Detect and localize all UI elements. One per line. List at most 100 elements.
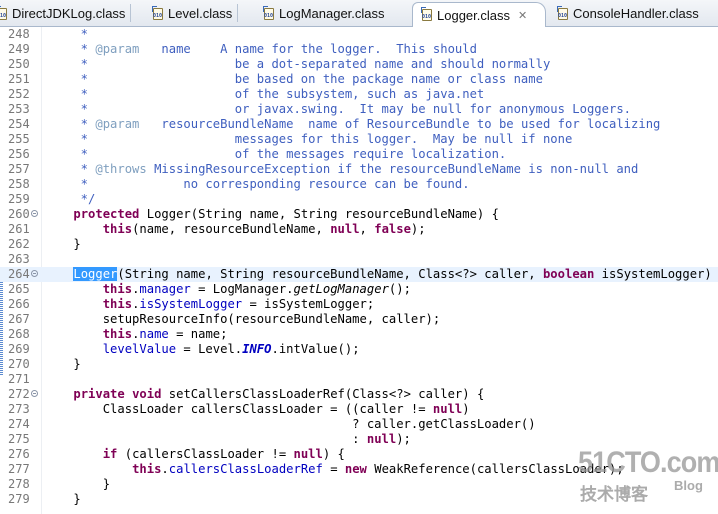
code-line[interactable]: 278 } <box>0 477 718 492</box>
code-line[interactable]: 261 this(name, resourceBundleName, null,… <box>0 222 718 237</box>
code-token: * be based on the package name or class … <box>44 72 543 86</box>
line-number: 260 <box>8 207 30 221</box>
code-token: isSystemLogger <box>139 297 243 311</box>
code-text: : null); <box>44 432 411 447</box>
code-token: this <box>102 327 133 341</box>
code-editor[interactable]: 248 * 249 * @param name A name for the lo… <box>0 27 718 514</box>
code-token: false <box>374 222 411 236</box>
code-text: protected Logger(String name, String res… <box>44 207 499 222</box>
code-line[interactable]: 258 * no corresponding resource can be f… <box>0 177 718 192</box>
code-line[interactable]: 266 this.isSystemLogger = isSystemLogger… <box>0 297 718 312</box>
code-text: * of the subsystem, such as java.net <box>44 87 485 102</box>
code-line[interactable]: 249 * @param name A name for the logger.… <box>0 42 718 57</box>
code-line[interactable]: 267 setupResourceInfo(resourceBundleName… <box>0 312 718 327</box>
code-token: new <box>344 462 367 476</box>
code-line[interactable]: 277 this.callersClassLoaderRef = new Wea… <box>0 462 718 477</box>
code-text: this.name = name; <box>44 327 228 342</box>
code-token: this <box>102 282 133 296</box>
code-token: * of the subsystem, such as java.net <box>44 87 485 101</box>
code-line[interactable]: 265 this.manager = LogManager.getLogMana… <box>0 282 718 297</box>
code-token: .intValue(); <box>271 342 360 356</box>
code-token: } <box>44 357 81 371</box>
line-number: 274 <box>8 417 30 431</box>
code-line[interactable]: 260 protected Logger(String name, String… <box>0 207 718 222</box>
editor-tab-bar: 010 DirectJDKLog.class 010 Level.class 0… <box>0 0 718 27</box>
code-line[interactable]: 252 * of the subsystem, such as java.net <box>0 87 718 102</box>
code-token: (callersClassLoader != <box>117 447 294 461</box>
code-line[interactable]: 259 */ <box>0 192 718 207</box>
code-line[interactable]: 257 * @throws MissingResourceException i… <box>0 162 718 177</box>
fold-collapse-icon[interactable] <box>31 390 38 397</box>
code-line[interactable]: 273 ClassLoader callersClassLoader = ((c… <box>0 402 718 417</box>
code-line[interactable]: 272 private void setCallersClassLoaderRe… <box>0 387 718 402</box>
code-token: this <box>102 297 133 311</box>
line-number: 279 <box>8 492 30 506</box>
code-token: . <box>161 462 169 476</box>
code-token: = LogManager. <box>190 282 294 296</box>
line-number: 255 <box>8 132 30 146</box>
line-number: 271 <box>8 372 30 386</box>
code-token: (name, resourceBundleName, <box>132 222 331 236</box>
code-line[interactable]: 256 * of the messages require localizati… <box>0 147 718 162</box>
code-line[interactable]: 279 } <box>0 492 718 507</box>
tab-logger[interactable]: 010 Logger.class ✕ <box>412 2 547 27</box>
class-file-icon: 010 <box>0 5 8 20</box>
code-token: Logger(String name, String resourceBundl… <box>139 207 499 221</box>
code-token: isSystemLogger) { <box>594 267 718 281</box>
code-line[interactable]: 269 levelValue = Level.INFO.intValue(); <box>0 342 718 357</box>
line-number: 261 <box>8 222 30 236</box>
code-line[interactable]: 274 ? caller.getClassLoader() <box>0 417 718 432</box>
code-line[interactable]: 254 * @param resourceBundleName name of … <box>0 117 718 132</box>
code-token: @throws <box>95 162 147 176</box>
code-text: * @throws MissingResourceException if th… <box>44 162 639 177</box>
code-line-current[interactable]: 264 Logger(String name, String resourceB… <box>0 267 718 282</box>
code-line[interactable]: 275 : null); <box>0 432 718 447</box>
code-line[interactable]: 248 * <box>0 27 718 42</box>
code-token: * be a dot-separated name and should nor… <box>44 57 551 71</box>
fold-collapse-icon[interactable] <box>31 210 38 217</box>
code-token: ? caller.getClassLoader() <box>44 417 536 431</box>
code-line[interactable]: 251 * be based on the package name or cl… <box>0 72 718 87</box>
code-token: = Level. <box>176 342 243 356</box>
tab-level[interactable]: 010 Level.class <box>152 2 239 25</box>
tab-logmanager[interactable]: 010 LogManager.class <box>263 2 385 25</box>
code-line[interactable]: 276 if (callersClassLoader != null) { <box>0 447 718 462</box>
close-icon[interactable]: ✕ <box>518 9 527 22</box>
line-number: 268 <box>8 327 30 341</box>
code-token: * <box>44 162 96 176</box>
fold-collapse-icon[interactable] <box>31 270 38 277</box>
line-number: 256 <box>8 147 30 161</box>
code-text: this.callersClassLoaderRef = new WeakRef… <box>44 462 624 477</box>
code-line[interactable]: 270 } <box>0 357 718 372</box>
code-line[interactable]: 250 * be a dot-separated name and should… <box>0 57 718 72</box>
code-line[interactable]: 253 * or javax.swing. It may be null for… <box>0 102 718 117</box>
code-token: * <box>44 117 96 131</box>
tab-directjdklog[interactable]: 010 DirectJDKLog.class <box>0 2 132 25</box>
line-number: 253 <box>8 102 30 116</box>
code-line[interactable]: 262 } <box>0 237 718 252</box>
code-text: private void setCallersClassLoaderRef(Cl… <box>44 387 484 402</box>
line-number: 258 <box>8 177 30 191</box>
code-token: INFO <box>242 342 272 356</box>
code-line[interactable]: 263 <box>0 252 718 267</box>
code-text: * @param resourceBundleName name of Reso… <box>44 117 661 132</box>
code-token: @param <box>95 117 140 131</box>
line-number: 262 <box>8 237 30 251</box>
tab-consolehandler[interactable]: 010 ConsoleHandler.class <box>557 2 699 25</box>
class-file-icon: 010 <box>152 5 164 20</box>
code-line[interactable]: 271 <box>0 372 718 387</box>
line-number: 249 <box>8 42 30 56</box>
code-line[interactable]: 268 this.name = name; <box>0 327 718 342</box>
code-token: resourceBundleName name of ResourceBundl… <box>139 117 661 131</box>
code-line[interactable]: 255 * messages for this logger. May be n… <box>0 132 718 147</box>
code-token: (String name, String resourceBundleName,… <box>117 267 543 281</box>
code-token: null <box>330 222 360 236</box>
line-number: 275 <box>8 432 30 446</box>
line-number: 263 <box>8 252 30 266</box>
line-number: 259 <box>8 192 30 206</box>
